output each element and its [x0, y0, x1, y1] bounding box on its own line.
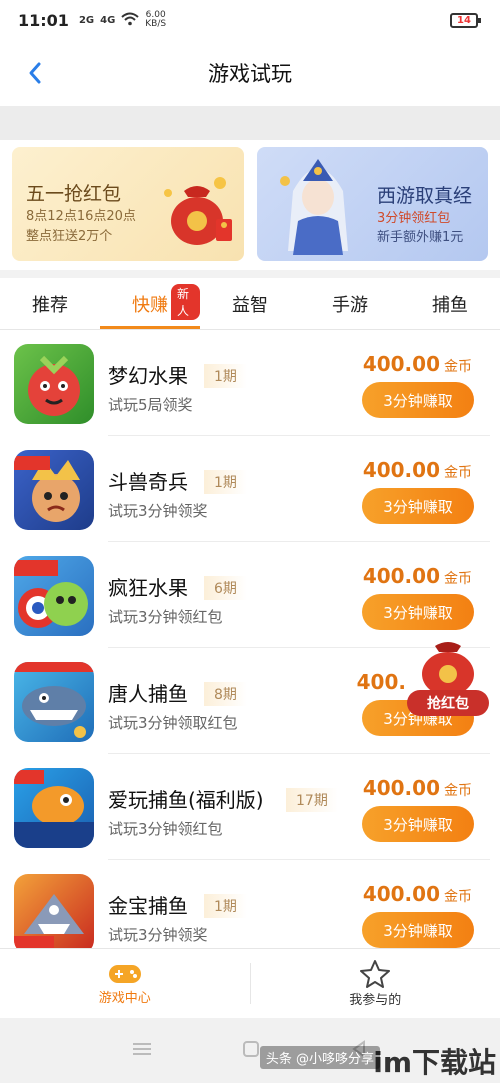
spacer: [0, 106, 500, 140]
game-list: 梦幻水果 1期 试玩5局领奖 400.00 金币 3分钟赚取 斗兽奇兵 1期 试玩…: [0, 330, 500, 948]
period-tag: 8期: [204, 682, 247, 706]
status-time: 11:01: [18, 10, 69, 30]
gamepad-icon: [108, 965, 141, 983]
earn-button[interactable]: 3分钟赚取: [362, 912, 474, 948]
tab-mobile-games[interactable]: 手游: [300, 278, 400, 329]
network-speed: 6.00 KB/S: [145, 10, 167, 29]
banner-line: 8点12点16点20点: [26, 209, 136, 224]
tab-fishing[interactable]: 捕鱼: [400, 278, 500, 329]
back-arrow-icon[interactable]: [18, 56, 52, 90]
game-desc: 试玩3分钟领奖: [108, 502, 208, 520]
banner-title: 五一抢红包: [26, 183, 122, 205]
list-item[interactable]: 疯狂水果 6期 试玩3分钟领红包 400.00 金币 3分钟赚取: [0, 542, 500, 648]
game-name: 爱玩捕鱼(福利版): [108, 788, 264, 812]
grab-redpack-float-button[interactable]: 抢红包: [405, 640, 491, 720]
game-name: 金宝捕鱼: [108, 894, 188, 918]
reward-amount: 400.00 金币: [362, 458, 472, 482]
reward-amount: 400.00 金币: [362, 882, 472, 906]
banner-line: 整点狂送2万个: [26, 229, 113, 244]
game-name: 疯狂水果: [108, 576, 188, 600]
game-desc: 试玩3分钟领奖: [108, 926, 208, 944]
header: 游戏试玩: [0, 40, 500, 106]
game-icon: [14, 450, 94, 530]
red-bag-illustration: [162, 173, 232, 247]
game-icon: [14, 874, 94, 948]
game-name: 斗兽奇兵: [108, 470, 188, 494]
game-desc: 试玩3分钟领红包: [108, 608, 223, 626]
bottom-nav-participated[interactable]: 我参与的: [251, 949, 500, 1018]
tab-quick-earn[interactable]: 快赚 新人: [100, 278, 200, 329]
banner-area: 五一抢红包 8点12点16点20点 整点狂送2万个 西游取真经 3分钟领红包 新…: [0, 140, 500, 270]
signal-2g: 2G: [78, 14, 95, 26]
earn-button[interactable]: 3分钟赚取: [362, 488, 474, 524]
home-icon[interactable]: [242, 1040, 260, 1062]
list-item[interactable]: 斗兽奇兵 1期 试玩3分钟领奖 400.00 金币 3分钟赚取: [0, 436, 500, 542]
banner-line: 新手额外赚1元: [377, 230, 464, 245]
reward-amount: 400.00 金币: [362, 352, 472, 376]
character-illustration: [263, 151, 373, 259]
battery-icon: 14: [450, 13, 481, 28]
bottom-nav-game-center[interactable]: 游戏中心: [0, 949, 250, 1018]
game-name: 梦幻水果: [108, 364, 188, 388]
game-name: 唐人捕鱼: [108, 682, 188, 706]
game-desc: 试玩3分钟领红包: [108, 820, 223, 838]
earn-button[interactable]: 3分钟赚取: [362, 806, 474, 842]
tab-puzzle[interactable]: 益智: [200, 278, 300, 329]
star-icon: [360, 960, 391, 988]
game-desc: 试玩3分钟领取红包: [108, 714, 238, 732]
red-bag-icon: [422, 642, 474, 696]
watermark-logo: im下载站: [373, 1046, 496, 1079]
wifi-icon: [121, 11, 139, 30]
period-tag: 6期: [204, 576, 247, 600]
page-title: 游戏试玩: [208, 62, 292, 86]
tab-recommend[interactable]: 推荐: [0, 278, 100, 329]
list-item[interactable]: 梦幻水果 1期 试玩5局领奖 400.00 金币 3分钟赚取: [0, 330, 500, 436]
earn-button[interactable]: 3分钟赚取: [362, 382, 474, 418]
list-item[interactable]: 金宝捕鱼 1期 试玩3分钟领奖 400.00 金币 3分钟赚取: [0, 860, 500, 948]
status-bar: 11:01 2G 4G 6.00 KB/S 14: [0, 0, 500, 40]
reward-amount: 400.00 金币: [362, 564, 472, 588]
banner-journey[interactable]: 西游取真经 3分钟领红包 新手额外赚1元: [257, 147, 488, 261]
signal-4g: 4G: [100, 14, 116, 26]
game-icon: [14, 556, 94, 636]
game-desc: 试玩5局领奖: [108, 396, 193, 414]
reward-amount: 400.: [356, 670, 406, 694]
new-user-badge: 新人: [171, 284, 200, 320]
banner-redpack[interactable]: 五一抢红包 8点12点16点20点 整点狂送2万个: [12, 147, 244, 261]
game-icon: [14, 344, 94, 424]
period-tag: 1期: [204, 894, 247, 918]
banner-title: 西游取真经: [377, 185, 473, 207]
category-tabs: 推荐 快赚 新人 益智 手游 捕鱼: [0, 270, 500, 330]
menu-icon[interactable]: [132, 1041, 152, 1061]
period-tag: 1期: [204, 364, 247, 388]
earn-button[interactable]: 3分钟赚取: [362, 594, 474, 630]
banner-line: 3分钟领红包: [377, 211, 451, 226]
watermark-text: 头条 @小哆哆分享: [259, 1046, 380, 1069]
grab-redpack-label: 抢红包: [407, 690, 489, 716]
reward-amount: 400.00 金币: [362, 776, 472, 800]
game-icon: [14, 662, 94, 742]
period-tag: 1期: [204, 470, 247, 494]
bottom-nav: 游戏中心 我参与的: [0, 948, 500, 1018]
game-icon: [14, 768, 94, 848]
list-item[interactable]: 爱玩捕鱼(福利版) 17期 试玩3分钟领红包 400.00 金币 3分钟赚取: [0, 754, 500, 860]
period-tag: 17期: [286, 788, 338, 812]
